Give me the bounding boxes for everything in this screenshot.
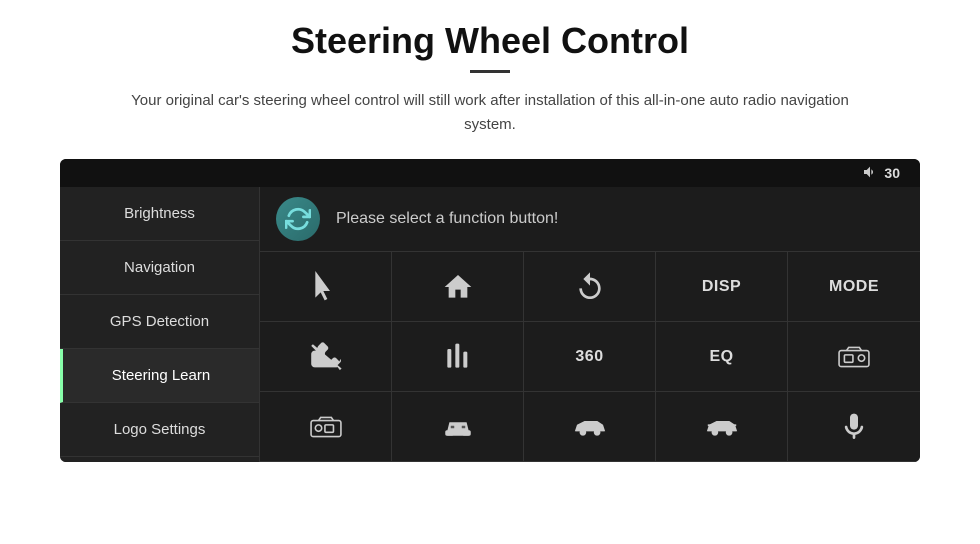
prompt-text: Please select a function button! <box>336 210 558 228</box>
main-area: Brightness Navigation GPS Detection Stee… <box>60 187 920 462</box>
grid-cell-eq-text[interactable]: EQ <box>656 322 788 392</box>
grid-cell-mode[interactable]: MODE <box>788 252 920 322</box>
disp-label: DISP <box>702 278 741 296</box>
top-bar: Please select a function button! <box>260 187 920 252</box>
status-bar: 30 <box>60 159 920 187</box>
grid-cell-mic[interactable] <box>788 392 920 462</box>
page-title: Steering Wheel Control <box>291 20 689 62</box>
volume-number: 30 <box>884 165 900 181</box>
grid-cell-camera1[interactable] <box>788 322 920 392</box>
sidebar-item-brightness[interactable]: Brightness <box>60 187 259 241</box>
sidebar-item-steering-learn[interactable]: Steering Learn <box>60 349 259 403</box>
radio-panel: 30 Brightness Navigation GPS Detection S… <box>60 159 920 462</box>
mode-label: MODE <box>829 278 879 296</box>
grid-cell-car-rear[interactable] <box>656 392 788 462</box>
grid-cell-back[interactable] <box>524 252 656 322</box>
sidebar: Brightness Navigation GPS Detection Stee… <box>60 187 260 462</box>
volume-icon <box>862 164 878 183</box>
refresh-button[interactable] <box>276 197 320 241</box>
grid-cell-disp[interactable]: DISP <box>656 252 788 322</box>
sidebar-item-gps-detection[interactable]: GPS Detection <box>60 295 259 349</box>
content-area: Please select a function button! <box>260 187 920 462</box>
sidebar-item-navigation[interactable]: Navigation <box>60 241 259 295</box>
sidebar-item-logo-settings[interactable]: Logo Settings <box>60 403 259 457</box>
grid-cell-car-side[interactable] <box>524 392 656 462</box>
grid-cell-camera2[interactable] <box>260 392 392 462</box>
button-grid: DISP MODE <box>260 252 920 462</box>
grid-cell-eq-bars[interactable] <box>392 322 524 392</box>
grid-cell-cursor[interactable] <box>260 252 392 322</box>
subtitle: Your original car's steering wheel contr… <box>130 89 850 137</box>
grid-cell-no-call[interactable] <box>260 322 392 392</box>
grid-cell-home[interactable] <box>392 252 524 322</box>
grid-cell-car-front[interactable] <box>392 392 524 462</box>
title-divider <box>470 70 510 73</box>
eq-label: EQ <box>709 348 733 366</box>
360-label: 360 <box>575 348 603 366</box>
grid-cell-360[interactable]: 360 <box>524 322 656 392</box>
